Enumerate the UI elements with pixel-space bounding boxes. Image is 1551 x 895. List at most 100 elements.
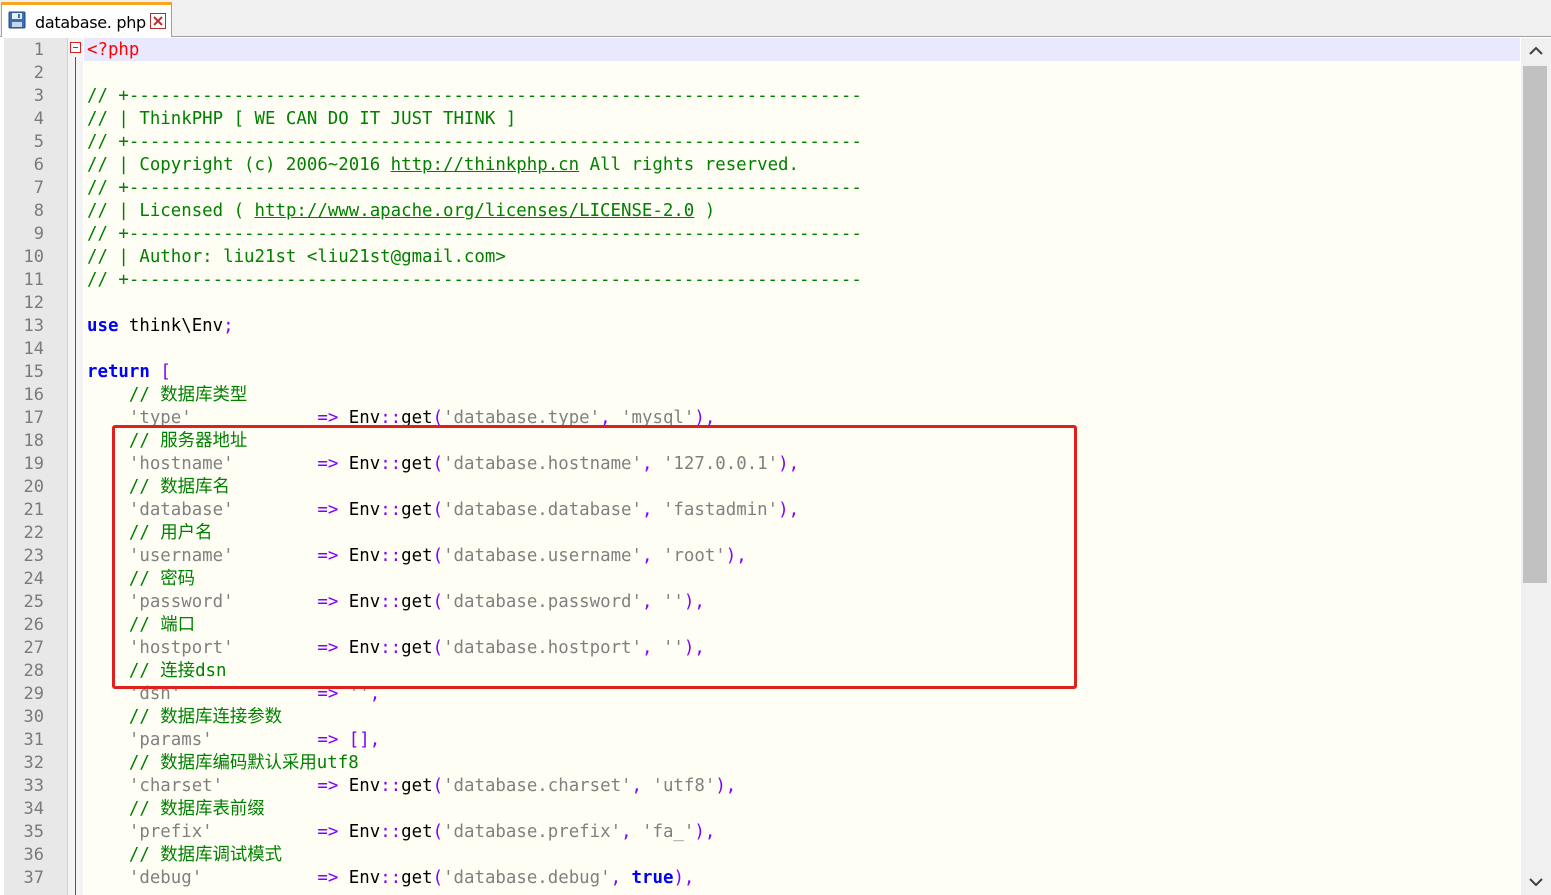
line-number: 8 <box>33 201 44 221</box>
code-token: true <box>631 868 674 888</box>
code-token: Env <box>338 868 381 888</box>
code-token: ; <box>223 316 234 336</box>
code-token: get <box>401 776 433 796</box>
code-token: , <box>631 776 653 796</box>
line-number: 23 <box>23 546 44 566</box>
code-token: Env <box>338 822 381 842</box>
code-token: use <box>87 316 119 336</box>
code-token: 'prefix' <box>128 822 213 842</box>
code-line[interactable]: // | Licensed ( http://www.apache.org/li… <box>87 200 715 223</box>
code-token: // 数据库类型 <box>87 385 248 405</box>
code-line[interactable]: 'prefix' => Env::get('database.prefix', … <box>87 821 715 844</box>
code-line[interactable]: // +------------------------------------… <box>87 85 862 108</box>
code-line[interactable]: // 数据库连接参数 <box>87 706 282 729</box>
line-number: 12 <box>23 293 44 313</box>
line-number: 24 <box>23 569 44 589</box>
code-token: ), <box>673 868 695 888</box>
code-token: ( <box>432 776 444 796</box>
code-line[interactable]: 'params' => [], <box>87 729 380 752</box>
code-line[interactable]: // 数据库表前缀 <box>87 798 265 821</box>
line-number: 28 <box>23 661 44 681</box>
code-token: get <box>401 822 433 842</box>
scroll-up-arrow-icon[interactable] <box>1521 38 1551 65</box>
code-token: 'debug' <box>128 868 203 888</box>
code-token: 'database.charset' <box>443 776 632 796</box>
line-number: 16 <box>23 385 44 405</box>
code-token: [ <box>160 362 171 382</box>
code-line[interactable]: return [ <box>87 361 171 384</box>
code-line[interactable]: // +------------------------------------… <box>87 269 862 292</box>
code-token: ), <box>715 776 737 796</box>
code-token: get <box>401 868 433 888</box>
code-line[interactable]: // +------------------------------------… <box>87 223 862 246</box>
line-number: 17 <box>23 408 44 428</box>
tab-label: database. php <box>35 13 146 32</box>
code-line[interactable]: 'charset' => Env::get('database.charset'… <box>87 775 736 798</box>
current-line-highlight <box>84 38 1520 61</box>
line-number: 4 <box>33 109 44 129</box>
line-number: 26 <box>23 615 44 635</box>
code-token: 'fa_' <box>642 822 695 842</box>
save-disk-icon <box>8 11 26 29</box>
line-number: 32 <box>23 753 44 773</box>
code-line[interactable]: 'debug' => Env::get('database.debug', tr… <box>87 867 695 890</box>
code-line[interactable]: // | ThinkPHP [ WE CAN DO IT JUST THINK … <box>87 108 516 131</box>
code-token: <?php <box>87 40 140 60</box>
vertical-scrollbar[interactable] <box>1521 38 1551 895</box>
tab-database-php[interactable]: database. php <box>1 2 172 37</box>
code-token: // +------------------------------------… <box>87 270 862 290</box>
code-line[interactable]: // 数据库类型 <box>87 384 247 407</box>
line-number: 3 <box>33 86 44 106</box>
fold-toggle-icon[interactable] <box>70 42 81 53</box>
line-number: 9 <box>33 224 44 244</box>
code-token: ), <box>694 822 716 842</box>
code-line[interactable]: // +------------------------------------… <box>87 131 862 154</box>
line-number: 18 <box>23 431 44 451</box>
code-token: ) <box>694 201 716 221</box>
line-number: 19 <box>23 454 44 474</box>
code-token: // | ThinkPHP [ WE CAN DO IT JUST THINK … <box>87 109 517 129</box>
code-line[interactable]: // | Copyright (c) 2006~2016 http://thin… <box>87 154 799 177</box>
line-number: 33 <box>23 776 44 796</box>
annotation-highlight-box <box>112 425 1077 689</box>
close-icon[interactable] <box>150 13 166 29</box>
code-token: // | Licensed ( <box>87 201 255 221</box>
line-number-gutter: 1 2 3 4 5 6 7 8 9 10 11 12 13 14 15 16 17 18 19 20 21 22 23 24 2… <box>4 38 68 895</box>
code-line[interactable]: use think\Env; <box>87 315 234 338</box>
code-token: ( <box>432 868 444 888</box>
code-token: All rights reserved. <box>579 155 799 175</box>
code-line[interactable]: // | Author: liu21st <liu21st@gmail.com> <box>87 246 506 269</box>
code-token: 'charset' <box>128 776 224 796</box>
code-line[interactable]: // 数据库调试模式 <box>87 844 282 867</box>
scroll-down-arrow-icon[interactable] <box>1521 868 1551 895</box>
code-token: // +------------------------------------… <box>87 132 862 152</box>
code-line[interactable]: // 数据库编码默认采用utf8 <box>87 752 359 775</box>
code-token: => <box>317 822 339 842</box>
code-token: ( <box>432 822 444 842</box>
line-number: 14 <box>23 339 44 359</box>
code-token: // | Copyright (c) 2006~2016 <box>87 155 391 175</box>
code-token: 'utf8' <box>652 776 716 796</box>
line-number: 31 <box>23 730 44 750</box>
code-token: return <box>87 362 150 382</box>
scrollbar-thumb[interactable] <box>1523 66 1547 583</box>
line-number: 15 <box>23 362 44 382</box>
code-token: :: <box>380 868 402 888</box>
line-number: 21 <box>23 500 44 520</box>
code-token: // +------------------------------------… <box>87 224 862 244</box>
code-token: // 数据库表前缀 <box>87 799 265 819</box>
code-token: , <box>610 868 632 888</box>
code-line[interactable]: // +------------------------------------… <box>87 177 862 200</box>
line-number: 22 <box>23 523 44 543</box>
code-line[interactable]: <?php <box>87 39 139 62</box>
code-token: :: <box>380 822 402 842</box>
